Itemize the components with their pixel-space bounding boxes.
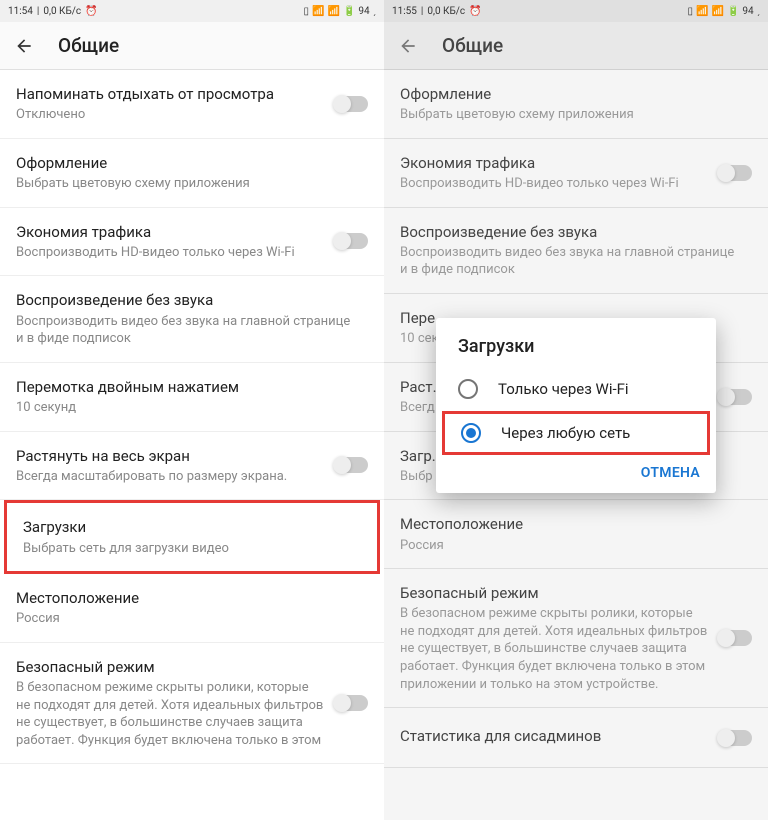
alarm-icon: ⏰: [469, 6, 481, 17]
toggle-switch[interactable]: [334, 457, 368, 473]
setting-subtitle: Всегд экран: [400, 399, 708, 417]
status-speed: 0,0 КБ/с: [427, 6, 465, 17]
status-speed: 0,0 КБ/с: [43, 6, 81, 17]
status-divider: |: [421, 6, 423, 17]
setting-downloads[interactable]: Загрузки Выбрать сеть для загрузки видео: [4, 500, 380, 574]
setting-restricted-mode[interactable]: Безопасный режим В безопасном режиме скр…: [384, 569, 768, 708]
battery-percent: 94: [742, 6, 753, 17]
setting-title: Растянуть на весь экран: [16, 446, 324, 466]
back-button[interactable]: [398, 36, 418, 56]
setting-title: Оформление: [16, 153, 358, 173]
setting-subtitle: Воспроизводить видео без звука на главно…: [16, 313, 358, 348]
settings-list[interactable]: Оформление Выбрать цветовую схему прилож…: [384, 70, 768, 768]
setting-subtitle: Россия: [16, 610, 358, 628]
toggle-switch[interactable]: [334, 233, 368, 249]
phone-left-screenshot: 11:54 | 0,0 КБ/с ⏰ ▯ 📶 📶 🔋 94 ˏ Общие На…: [0, 0, 384, 820]
setting-title: Перемотка двойным нажатием: [16, 377, 358, 397]
setting-location[interactable]: Местоположение Россия: [0, 574, 384, 643]
setting-data-saver[interactable]: Экономия трафика Воспроизводить HD-видео…: [0, 208, 384, 277]
status-divider: |: [37, 6, 39, 17]
setting-restricted-mode[interactable]: Безопасный режим В безопасном режиме скр…: [0, 643, 384, 764]
setting-mute-playback[interactable]: Воспроизведение без звука Воспроизводить…: [384, 208, 768, 294]
battery-unit: ˏ: [373, 6, 376, 17]
battery-unit: ˏ: [757, 6, 760, 17]
setting-subtitle: Выбрать цветовую схему приложения: [400, 106, 742, 124]
setting-data-saver[interactable]: Экономия трафика Воспроизводить HD-видео…: [384, 139, 768, 208]
setting-title: Местоположение: [16, 588, 358, 608]
settings-list[interactable]: Напоминать отдыхать от просмотра Отключе…: [0, 70, 384, 764]
phone-right-screenshot: 11:55 | 0,0 КБ/с ⏰ ▯ 📶 📶 🔋 94 ˏ Общие Оф…: [384, 0, 768, 820]
setting-title: Безопасный режим: [16, 657, 324, 677]
signal-icon: 📶: [696, 6, 708, 17]
setting-subtitle: Воспроизводить HD-видео только через Wi-…: [400, 175, 708, 193]
toggle-switch[interactable]: [718, 165, 752, 181]
setting-subtitle: Выбрать сеть для загрузки видео: [23, 540, 351, 558]
setting-subtitle: Выбрать цветовую схему приложения: [16, 175, 358, 193]
setting-subtitle: 10 секунд: [16, 399, 358, 417]
arrow-left-icon: [14, 36, 34, 56]
toggle-switch[interactable]: [718, 630, 752, 646]
status-time: 11:54: [8, 6, 33, 17]
toggle-switch[interactable]: [334, 695, 368, 711]
battery-icon: 🔋: [343, 6, 355, 17]
setting-subtitle: Всегда масштабировать по размеру экрана.: [16, 468, 324, 486]
toggle-switch[interactable]: [334, 96, 368, 112]
setting-title: Экономия трафика: [16, 222, 324, 242]
setting-title: Безопасный режим: [400, 583, 708, 603]
battery-percent: 94: [358, 6, 369, 17]
page-title: Общие: [58, 34, 119, 57]
setting-mute-playback[interactable]: Воспроизведение без звука Воспроизводить…: [0, 276, 384, 362]
setting-subtitle: Воспроизводить видео без звука на главно…: [400, 244, 742, 279]
setting-double-tap-seek[interactable]: Пере... 10 сек: [384, 294, 768, 363]
setting-remind-rest[interactable]: Напоминать отдыхать от просмотра Отключе…: [0, 70, 384, 139]
signal-icon: 📶: [312, 6, 324, 17]
alarm-icon: ⏰: [85, 6, 97, 17]
setting-title: Раст...: [400, 377, 708, 397]
battery-icon: 🔋: [727, 6, 739, 17]
setting-zoom-to-fill[interactable]: Раст... Всегд экран: [384, 363, 768, 432]
setting-appearance[interactable]: Оформление Выбрать цветовую схему прилож…: [384, 70, 768, 139]
back-button[interactable]: [14, 36, 34, 56]
status-time: 11:55: [392, 6, 417, 17]
setting-location[interactable]: Местоположение Россия: [384, 500, 768, 569]
status-bar: 11:55 | 0,0 КБ/с ⏰ ▯ 📶 📶 🔋 94 ˏ: [384, 0, 768, 22]
setting-title: Загрузки: [23, 517, 351, 537]
app-header: Общие: [384, 22, 768, 70]
toggle-switch[interactable]: [718, 730, 752, 746]
arrow-left-icon: [398, 36, 418, 56]
sim-icon: ▯: [304, 6, 310, 17]
status-bar: 11:54 | 0,0 КБ/с ⏰ ▯ 📶 📶 🔋 94 ˏ: [0, 0, 384, 22]
sim-icon: ▯: [688, 6, 694, 17]
setting-title: Экономия трафика: [400, 153, 708, 173]
setting-subtitle: Россия: [400, 537, 742, 555]
setting-title: Местоположение: [400, 514, 742, 534]
toggle-switch[interactable]: [718, 389, 752, 405]
signal-icon: 📶: [712, 6, 724, 17]
setting-title: Воспроизведение без звука: [400, 222, 742, 242]
setting-title: Воспроизведение без звука: [16, 290, 358, 310]
setting-subtitle: 10 сек: [400, 330, 742, 348]
setting-title: Статистика для сисадминов: [400, 726, 708, 746]
setting-subtitle: Воспроизводить HD-видео только через Wi-…: [16, 244, 324, 262]
setting-subtitle: В безопасном режиме скрыты ролики, котор…: [400, 605, 708, 693]
setting-zoom-to-fill[interactable]: Растянуть на весь экран Всегда масштабир…: [0, 432, 384, 501]
setting-subtitle: Отключено: [16, 106, 324, 124]
setting-title: Загр...: [400, 446, 742, 466]
setting-subtitle: В безопасном режиме скрыты ролики, котор…: [16, 679, 324, 749]
app-header: Общие: [0, 22, 384, 70]
setting-title: Пере...: [400, 308, 742, 328]
page-title: Общие: [442, 34, 503, 57]
setting-appearance[interactable]: Оформление Выбрать цветовую схему прилож…: [0, 139, 384, 208]
setting-subtitle: Выбр: [400, 468, 742, 486]
setting-double-tap-seek[interactable]: Перемотка двойным нажатием 10 секунд: [0, 363, 384, 432]
setting-downloads[interactable]: Загр... Выбр: [384, 432, 768, 501]
setting-stats-nerds[interactable]: Статистика для сисадминов: [384, 708, 768, 768]
setting-title: Оформление: [400, 84, 742, 104]
setting-title: Напоминать отдыхать от просмотра: [16, 84, 324, 104]
signal-icon: 📶: [328, 6, 340, 17]
